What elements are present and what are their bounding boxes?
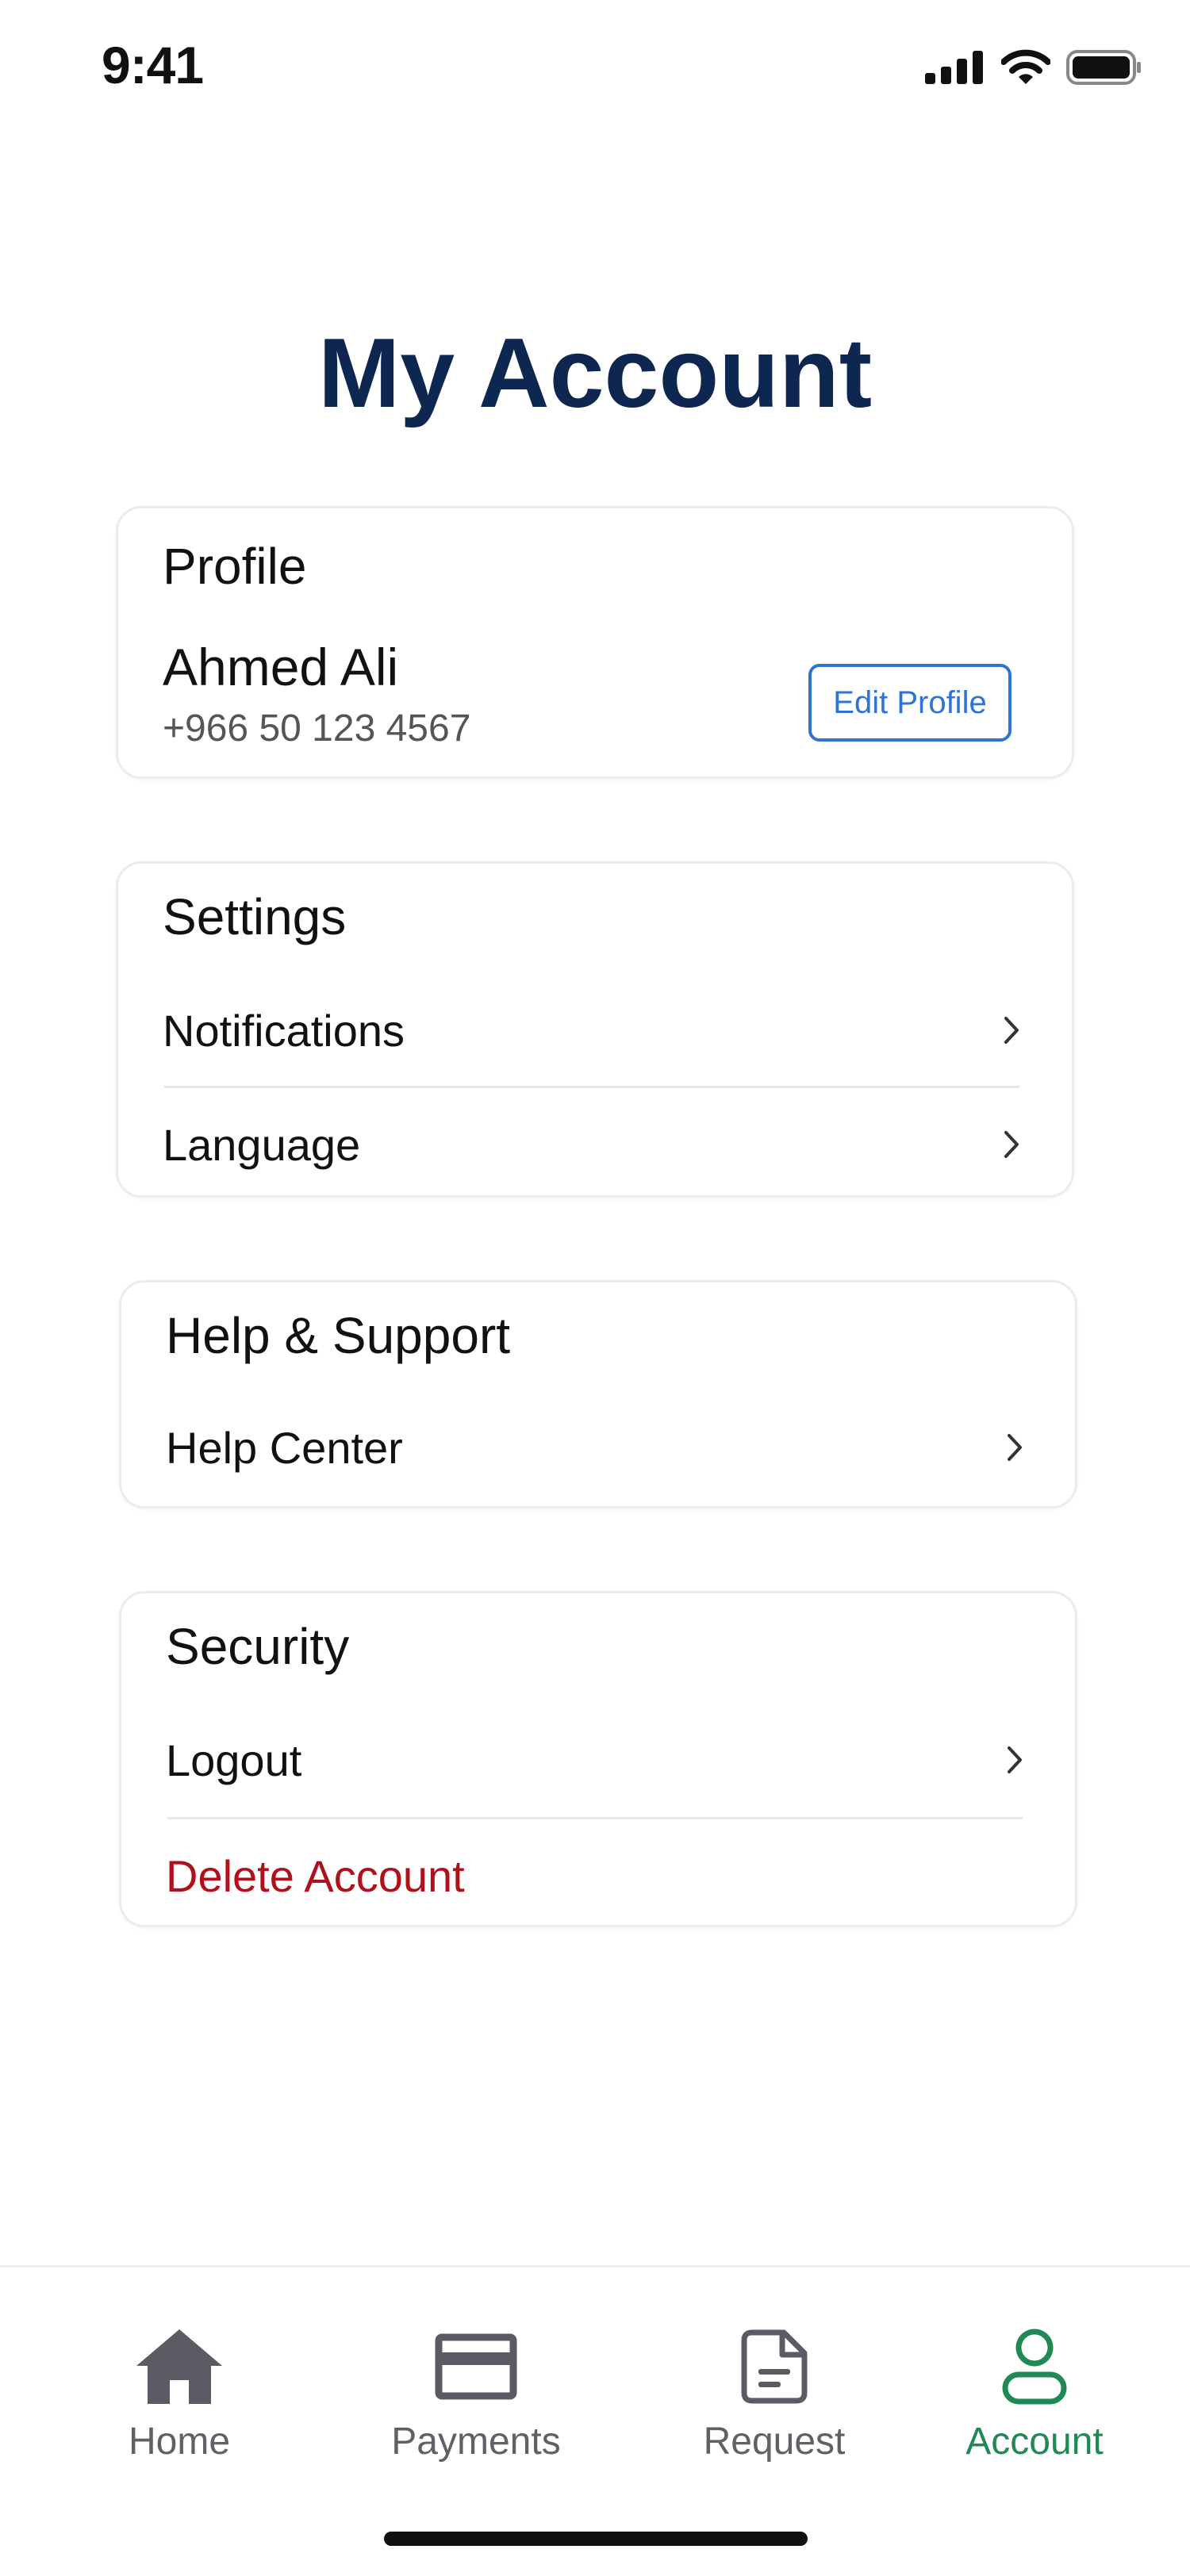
status-bar: 9:41 <box>0 0 1190 135</box>
status-time: 9:41 <box>102 36 204 94</box>
battery-icon <box>1066 49 1142 90</box>
tab-bar: Home Payments Request Account <box>0 2265 1190 2576</box>
divider <box>167 1817 1023 1819</box>
tab-account[interactable]: Account <box>908 2323 1161 2463</box>
settings-card: Settings Notifications Language <box>116 861 1074 1198</box>
security-item-delete-account[interactable]: Delete Account <box>166 1820 1031 1931</box>
profile-name: Ahmed Ali <box>163 638 399 696</box>
security-card-title: Security <box>166 1618 350 1675</box>
security-item-label: Logout <box>166 1735 302 1785</box>
help-support-card: Help & Support Help Center <box>119 1280 1077 1508</box>
divider <box>164 1086 1019 1088</box>
settings-card-title: Settings <box>163 888 347 945</box>
account-screen: 9:41 My Account Profile Ahmed Ali +966 5… <box>0 0 1190 2576</box>
help-item-label: Help Center <box>166 1422 403 1473</box>
security-card: Security Logout Delete Account <box>119 1591 1077 1927</box>
card-icon <box>349 2323 603 2410</box>
tab-label: Account <box>965 2421 1104 2463</box>
edit-profile-button[interactable]: Edit Profile <box>808 664 1012 742</box>
tab-payments[interactable]: Payments <box>349 2323 603 2463</box>
wifi-icon <box>1000 49 1051 90</box>
profile-card-title: Profile <box>163 538 307 595</box>
profile-card: Profile Ahmed Ali +966 50 123 4567 Edit … <box>116 506 1074 779</box>
tab-label: Request <box>703 2421 846 2463</box>
tab-home[interactable]: Home <box>52 2323 306 2463</box>
security-item-logout[interactable]: Logout <box>166 1704 1031 1815</box>
settings-item-language[interactable]: Language <box>163 1089 1027 1200</box>
page-title: My Account <box>317 319 873 428</box>
chevron-right-icon <box>996 1014 1027 1046</box>
help-card-title: Help & Support <box>166 1307 511 1364</box>
settings-item-notifications[interactable]: Notifications <box>163 975 1027 1086</box>
help-item-help-center[interactable]: Help Center <box>166 1392 1031 1503</box>
tab-label: Home <box>128 2421 231 2463</box>
settings-item-label: Notifications <box>163 1005 405 1056</box>
chevron-right-icon <box>996 1129 1027 1160</box>
home-icon <box>52 2323 306 2410</box>
status-icons <box>925 49 1142 89</box>
tab-label: Payments <box>391 2421 561 2463</box>
settings-item-label: Language <box>163 1119 361 1170</box>
document-icon <box>647 2323 901 2410</box>
chevron-right-icon <box>999 1744 1031 1776</box>
profile-phone: +966 50 123 4567 <box>163 707 471 749</box>
tab-request[interactable]: Request <box>647 2323 901 2463</box>
delete-account-label: Delete Account <box>166 1850 465 1901</box>
chevron-right-icon <box>999 1432 1031 1463</box>
signal-icon <box>925 50 985 88</box>
home-indicator <box>384 2532 808 2546</box>
user-icon <box>908 2323 1161 2410</box>
